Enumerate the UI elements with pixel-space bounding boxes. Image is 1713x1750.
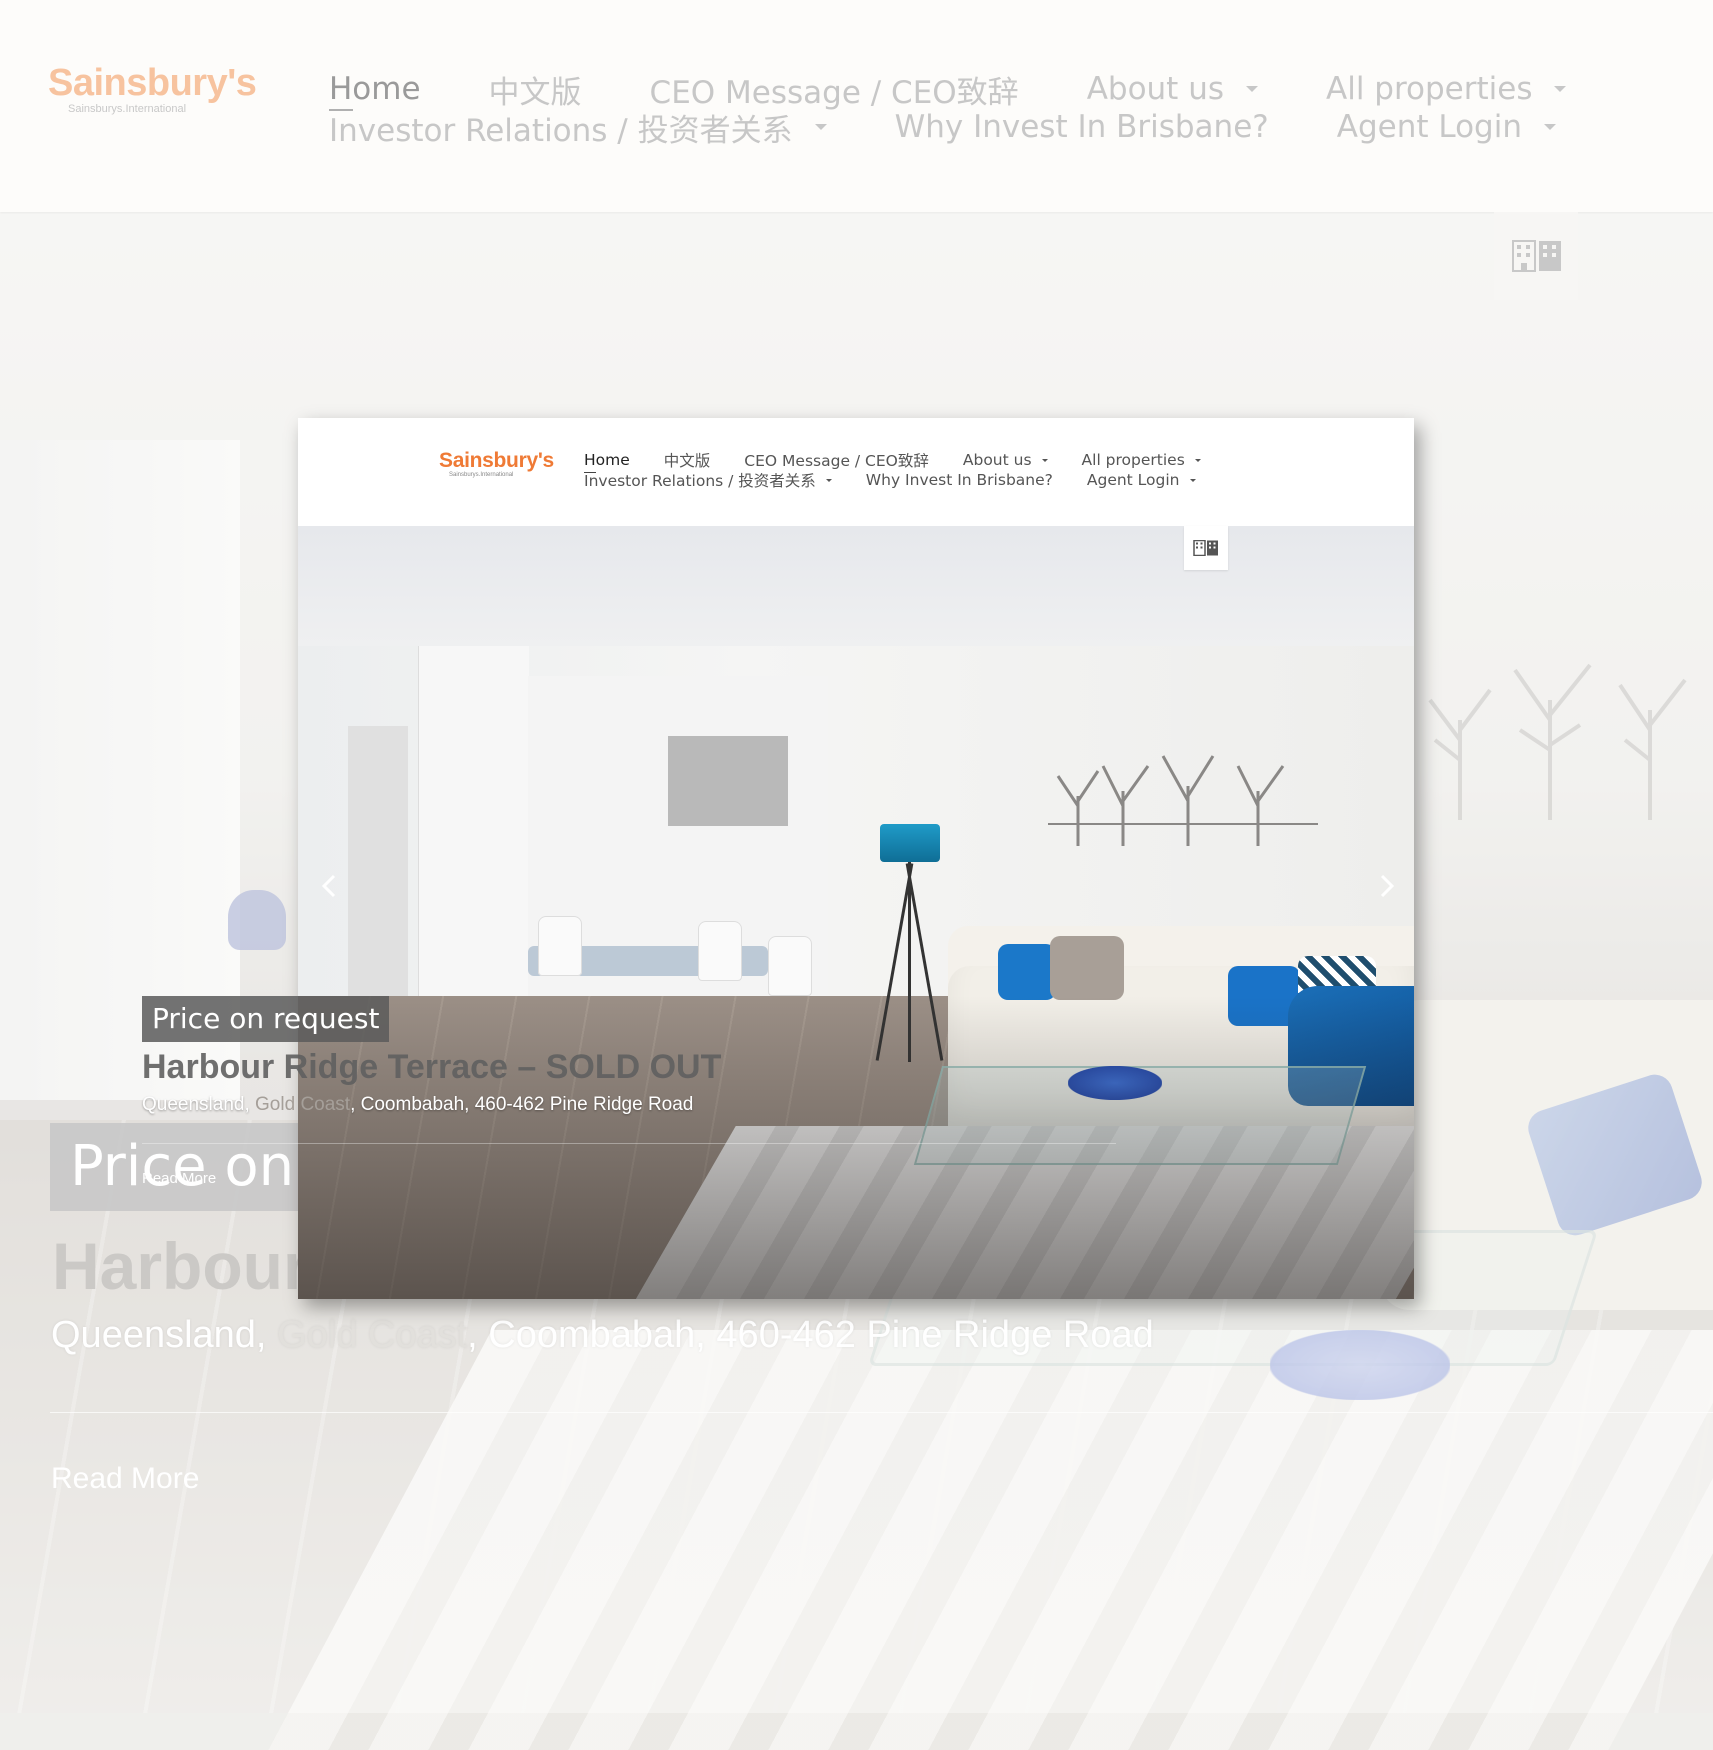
caret-down-icon [1543, 124, 1556, 130]
photo-shade [298, 996, 1414, 1299]
caption-divider [142, 1143, 1116, 1144]
nav-chinese-label: 中文版 [663, 452, 711, 470]
outer-logo-brand: Sainsbury's [48, 62, 257, 104]
nav-ceo-message-label: CEO Message / CEO致辞 [744, 452, 929, 470]
outer-nav-agent-login-label: Agent Login [1336, 109, 1522, 145]
outer-nav-agent-login[interactable]: Agent Login [1337, 109, 1556, 145]
caret-down-icon [1189, 478, 1196, 482]
address-street: , Coombabah, 460-462 Pine Ridge Road [350, 1094, 694, 1115]
outer-nav-why-invest-label: Why Invest In Brisbane? [894, 109, 1269, 145]
outer-main-nav: Home 中文版 CEO Message / CEO致辞 About us Al… [329, 70, 1567, 149]
caret-down-icon [814, 124, 827, 130]
nav-home[interactable]: Home [584, 451, 630, 473]
nav-all-properties[interactable]: All properties [1082, 451, 1201, 469]
building-icon [1512, 240, 1561, 272]
photo-chair [698, 921, 742, 981]
site-header: Sainsbury's Sainsburys.International Hom… [298, 418, 1414, 526]
page-screenshot-card: Sainsbury's Sainsburys.International Hom… [298, 418, 1414, 1299]
outer-nav-home-label: Home [329, 70, 421, 107]
outer-property-address: Queensland, Gold Coast, Coombabah, 460-4… [51, 1314, 1154, 1357]
main-nav: Home 中文版 CEO Message / CEO致辞 About us Al… [584, 450, 1235, 490]
photo-door [348, 726, 408, 1036]
nav-investor-relations[interactable]: Investor Relations / 投资者关系 [584, 469, 832, 491]
outer-view-toggle-button[interactable] [1494, 212, 1578, 300]
address-state: Queensland, [142, 1094, 256, 1115]
nav-ceo-message[interactable]: CEO Message / CEO致辞 [744, 449, 929, 471]
outer-nav-investor-relations[interactable]: Investor Relations / 投资者关系 [329, 105, 827, 150]
photo-chair [538, 916, 582, 976]
nav-agent-login-label: Agent Login [1086, 471, 1180, 489]
chevron-right-icon [1380, 874, 1395, 898]
property-address: Queensland, Gold Coast, Coombabah, 460-4… [142, 1094, 693, 1116]
photo-pillow [998, 944, 1056, 1000]
photo-pillow [1050, 936, 1124, 1000]
photo-chair [768, 936, 812, 996]
view-toggle-button[interactable] [1184, 526, 1228, 570]
nav-row-2: Investor Relations / 投资者关系 Why Invest In… [584, 470, 1235, 490]
caret-down-icon [1246, 86, 1258, 92]
nav-about-us-label: About us [962, 451, 1032, 469]
outer-caption-divider [50, 1412, 1713, 1413]
outer-nav-about-us-label: About us [1086, 71, 1224, 107]
outer-address-state: Queensland, [51, 1314, 278, 1356]
nav-chinese[interactable]: 中文版 [664, 449, 711, 471]
property-title[interactable]: Harbour Ridge Terrace – SOLD OUT [142, 1048, 721, 1087]
outer-site-header: Sainsbury's Sainsburys.International Hom… [0, 0, 1713, 212]
outer-address-street: , Coombabah, 460-462 Pine Ridge Road [467, 1314, 1154, 1356]
slider-prev-button[interactable] [310, 866, 350, 906]
nav-row-1: Home 中文版 CEO Message / CEO致辞 About us Al… [584, 449, 1235, 473]
outer-read-more-link[interactable]: Read More [51, 1462, 199, 1496]
outer-nav-about-us[interactable]: About us [1087, 71, 1258, 107]
caret-down-icon [1041, 458, 1048, 462]
outer-nav-row-1: Home 中文版 CEO Message / CEO致辞 About us Al… [329, 70, 1567, 111]
outer-logo[interactable]: Sainsbury's Sainsburys.International [48, 62, 257, 115]
chevron-left-icon [321, 874, 336, 898]
outer-nav-row-2: Investor Relations / 投资者关系 Why Invest In… [329, 108, 1556, 149]
outer-nav-investor-relations-label: Investor Relations / 投资者关系 [329, 112, 793, 149]
outer-nav-home[interactable]: Home [329, 70, 421, 111]
read-more-link[interactable]: Read More [142, 1170, 216, 1187]
price-badge: Price on request [142, 996, 390, 1042]
logo-brand: Sainsbury's [439, 449, 554, 472]
slider-next-button[interactable] [1366, 866, 1406, 906]
outer-nav-all-properties-label: All properties [1326, 71, 1533, 107]
building-icon [1193, 540, 1218, 556]
outer-nav-all-properties[interactable]: All properties [1326, 71, 1567, 107]
nav-why-invest[interactable]: Why Invest In Brisbane? [866, 471, 1053, 489]
caret-down-icon [1194, 458, 1201, 462]
caret-down-icon [825, 478, 832, 482]
outer-nav-why-invest[interactable]: Why Invest In Brisbane? [895, 109, 1269, 145]
nav-all-properties-label: All properties [1081, 451, 1185, 469]
nav-why-invest-label: Why Invest In Brisbane? [865, 471, 1053, 489]
outer-price-badge: Price on [50, 1123, 300, 1211]
address-region: Gold Coast [255, 1094, 351, 1115]
logo[interactable]: Sainsbury's Sainsburys.International [439, 449, 554, 478]
outer-property-title: Harbour [52, 1229, 302, 1303]
nav-home-label: Home [584, 451, 630, 469]
caret-down-icon [1554, 86, 1567, 92]
nav-about-us[interactable]: About us [963, 451, 1048, 469]
outer-address-region: Gold Coast [277, 1314, 468, 1356]
photo-tree-art [1048, 755, 1318, 846]
nav-agent-login[interactable]: Agent Login [1087, 471, 1196, 489]
nav-investor-relations-label: Investor Relations / 投资者关系 [584, 472, 816, 490]
hero-slide-photo [298, 526, 1414, 1299]
photo-cabinets [668, 736, 788, 826]
photo-lamp-shade [880, 824, 940, 862]
